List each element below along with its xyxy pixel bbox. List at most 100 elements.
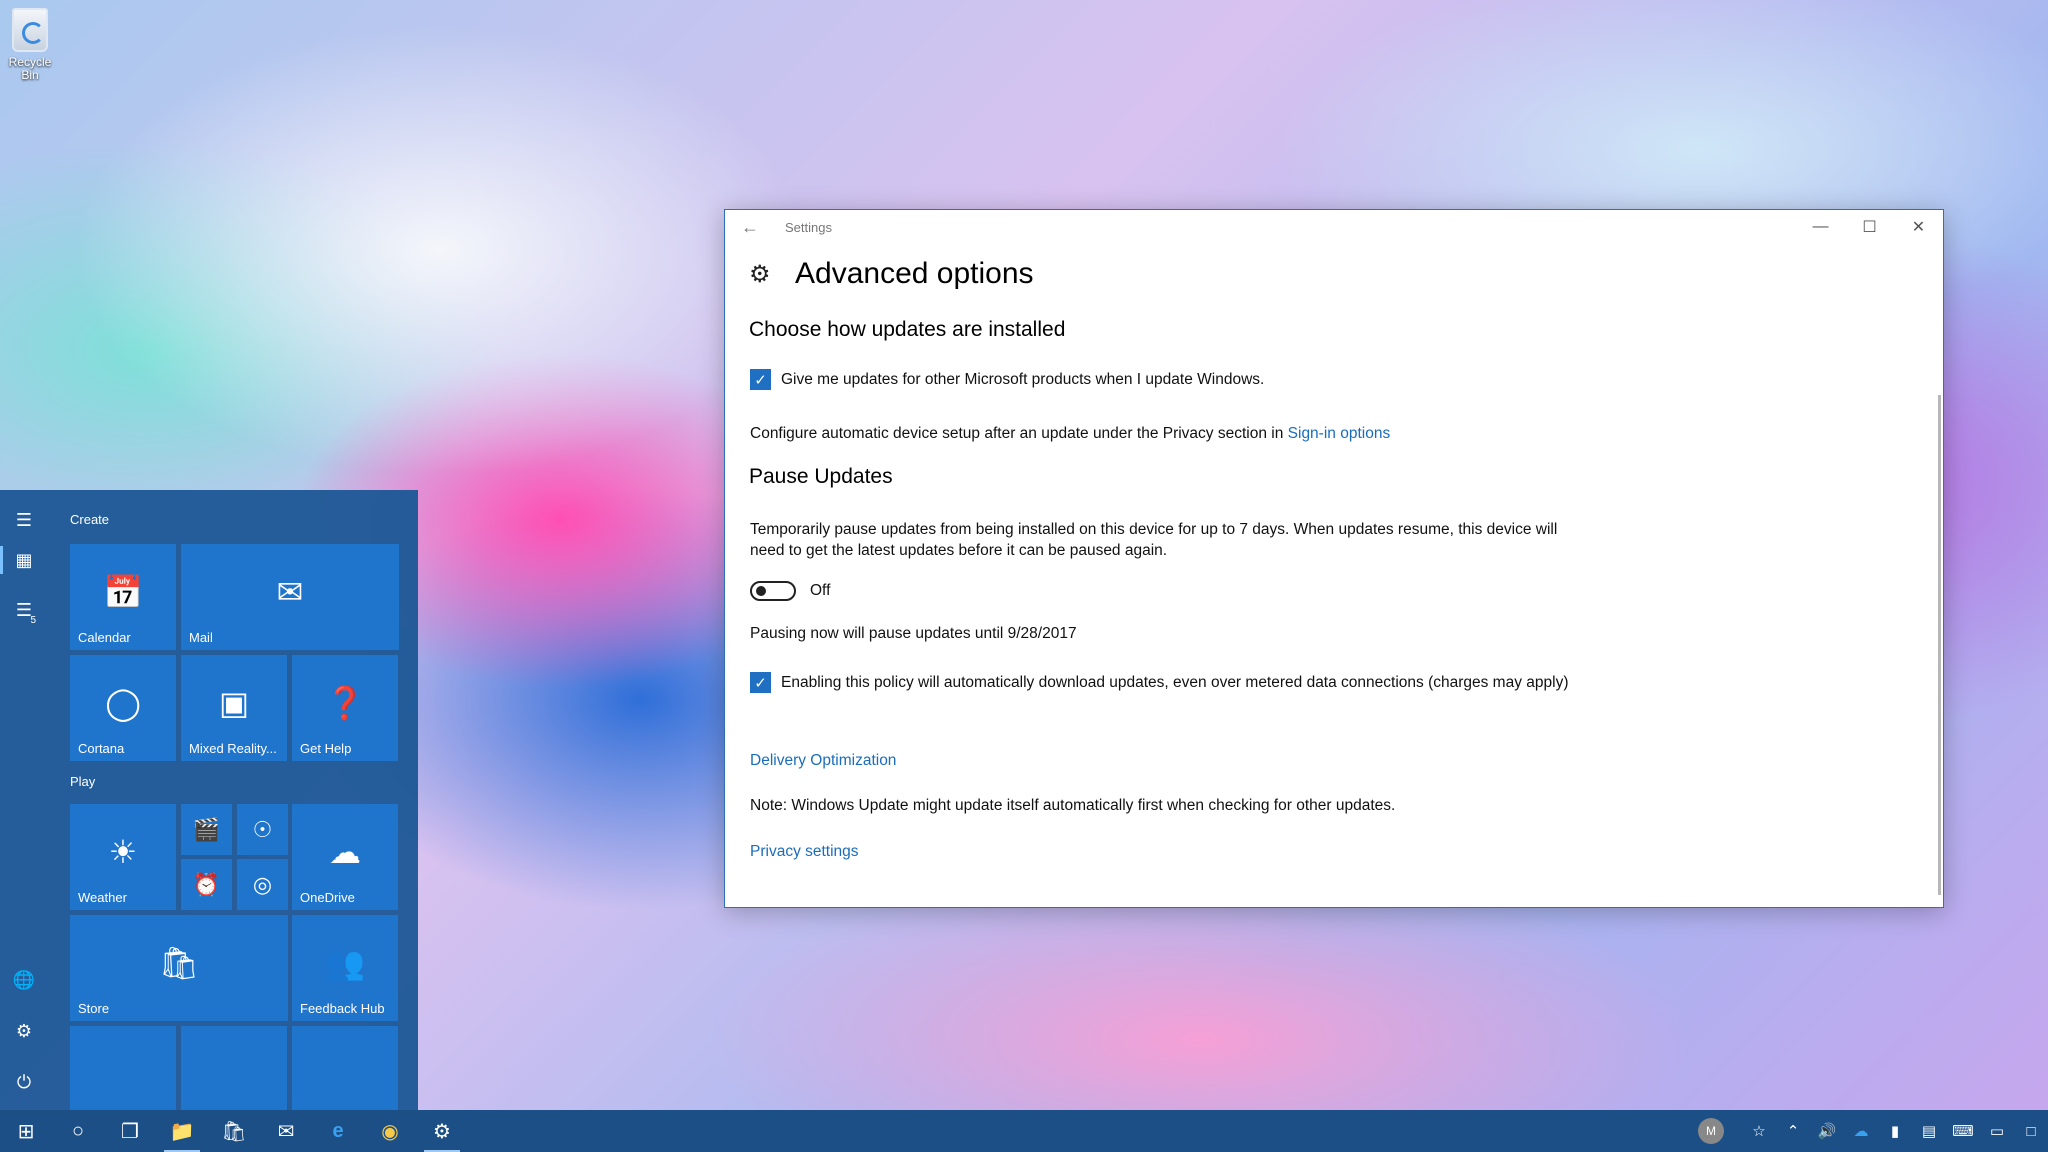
mail-icon[interactable]: ✉ xyxy=(260,1110,312,1152)
gear-icon: ⚙ xyxy=(749,260,771,288)
edge-browser-icon[interactable]: e xyxy=(312,1110,364,1152)
privacy-settings-link[interactable]: Privacy settings xyxy=(750,843,859,860)
window-controls: — ☐ ✕ xyxy=(1796,210,1943,244)
tile-weather[interactable]: ☀ Weather xyxy=(70,804,176,910)
checkbox-metered[interactable]: ✓ xyxy=(750,672,771,693)
back-arrow-icon[interactable]: ← xyxy=(725,210,775,244)
pause-until-text: Pausing now will pause updates until 9/2… xyxy=(750,625,1077,642)
map-pin-icon: ◎ xyxy=(252,871,273,897)
tile-label: Weather xyxy=(78,890,127,905)
settings-content: ⚙ Advanced options Choose how updates ar… xyxy=(749,244,1919,860)
film-clapper-icon: 🎬 xyxy=(192,816,221,842)
section-title-install: Choose how updates are installed xyxy=(749,318,1066,341)
file-explorer-icon[interactable]: 📁 xyxy=(156,1110,208,1152)
user-globe-icon[interactable]: 🌐 xyxy=(0,960,48,1000)
settings-gear-icon[interactable]: ⚙ xyxy=(0,1011,48,1051)
checkbox-other-products[interactable]: ✓ xyxy=(750,369,771,390)
mixed-reality-headset-icon: ▣ xyxy=(218,685,250,721)
tile-label: Feedback Hub xyxy=(300,1001,385,1016)
recycle-bin-label: Recycle Bin xyxy=(8,55,52,82)
tile-partial-2[interactable] xyxy=(181,1026,287,1110)
mail-icon: ✉ xyxy=(276,574,304,610)
sign-in-options-link[interactable]: Sign-in options xyxy=(1288,425,1391,442)
tile-cortana[interactable]: ◯ Cortana xyxy=(70,655,176,761)
tile-label: Calendar xyxy=(78,630,131,645)
network-icon[interactable]: ▤ xyxy=(1912,1110,1946,1152)
tile-maps[interactable]: ◎ xyxy=(237,859,288,910)
volume-icon[interactable]: 🔊 xyxy=(1810,1110,1844,1152)
tile-partial-3[interactable] xyxy=(292,1026,398,1110)
page-title: Advanced options xyxy=(795,257,1034,290)
tablet-mode-icon[interactable]: ▭ xyxy=(1980,1110,2014,1152)
cortana-icon: ◯ xyxy=(105,685,141,721)
tile-calendar[interactable]: 📅 Calendar xyxy=(70,544,176,650)
recycle-bin-desktop-icon[interactable]: Recycle Bin xyxy=(4,8,56,82)
tile-onedrive[interactable]: ☁ OneDrive xyxy=(292,804,398,910)
pause-updates-toggle[interactable] xyxy=(750,581,796,601)
weather-sun-icon: ☀ xyxy=(108,834,138,870)
section-title-pause: Pause Updates xyxy=(749,465,893,488)
action-center-icon[interactable]: □ xyxy=(2014,1110,2048,1152)
chevron-up-icon[interactable]: ⌃ xyxy=(1776,1110,1810,1152)
start-menu: ☰ ▦ ☰ 5 🌐 ⚙ ⏻ Create 📅 Calendar ✉ Mail ◯ … xyxy=(0,490,418,1110)
store-bag-icon: 🛍 xyxy=(158,945,200,981)
system-tray: M ☆ ⌃ 🔊 ☁ ▮ ▤ ⌨ ▭ □ xyxy=(1698,1110,2048,1152)
tile-groove-music[interactable]: ☉ xyxy=(237,804,288,855)
pause-description: Temporarily pause updates from being ins… xyxy=(750,519,1557,561)
tile-feedback-hub[interactable]: 👥 Feedback Hub xyxy=(292,915,398,1021)
paint-3d-icon[interactable]: ◉ xyxy=(364,1110,416,1152)
checkbox-metered-row[interactable]: ✓ Enabling this policy will automaticall… xyxy=(750,672,1569,693)
get-help-icon: ❓ xyxy=(325,685,365,721)
power-icon[interactable]: ⏻ xyxy=(0,1062,48,1102)
tile-movies[interactable]: 🎬 xyxy=(181,804,232,855)
page-header: ⚙ Advanced options xyxy=(749,244,1919,304)
tile-label: Store xyxy=(78,1001,110,1016)
tile-partial-1[interactable] xyxy=(70,1026,176,1110)
user-avatar[interactable]: M xyxy=(1698,1118,1724,1144)
tile-label: Mixed Reality... xyxy=(189,741,277,756)
tile-label: Mail xyxy=(189,630,213,645)
group-label-play: Play xyxy=(70,774,96,789)
alarm-clock-icon: ⏰ xyxy=(192,871,221,897)
hamburger-menu-icon[interactable]: ☰ xyxy=(0,500,48,540)
close-icon[interactable]: ✕ xyxy=(1894,210,1943,244)
store-icon[interactable]: 🛍 xyxy=(208,1110,260,1152)
keyboard-icon[interactable]: ⌨ xyxy=(1946,1110,1980,1152)
all-apps-list-icon[interactable]: ☰ 5 xyxy=(0,590,48,630)
settings-app-icon[interactable]: ⚙ xyxy=(416,1110,468,1152)
group-label-create: Create xyxy=(70,512,110,527)
cloud-icon: ☁ xyxy=(329,834,361,870)
battery-icon[interactable]: ▮ xyxy=(1878,1110,1912,1152)
task-view-icon[interactable]: ❐ xyxy=(104,1110,156,1152)
all-apps-badge: 5 xyxy=(30,615,36,626)
calendar-icon: 📅 xyxy=(103,574,143,610)
tile-label: Get Help xyxy=(300,741,352,756)
tiles-view-icon[interactable]: ▦ xyxy=(0,540,48,580)
onedrive-cloud-icon[interactable]: ☁ xyxy=(1844,1110,1878,1152)
checkbox-other-products-row[interactable]: ✓ Give me updates for other Microsoft pr… xyxy=(750,369,1264,390)
privacy-settings-row: Privacy settings xyxy=(750,841,859,862)
tile-mail[interactable]: ✉ Mail xyxy=(181,544,399,650)
delivery-optimization-link[interactable]: Delivery Optimization xyxy=(750,752,896,769)
device-setup-text: Configure automatic device setup after a… xyxy=(750,425,1284,442)
toggle-knob xyxy=(756,586,766,596)
tile-label: OneDrive xyxy=(300,890,355,905)
title-bar[interactable]: ← Settings — ☐ ✕ xyxy=(725,210,1943,244)
checkbox-other-products-label: Give me updates for other Microsoft prod… xyxy=(781,370,1265,388)
window-title: Settings xyxy=(785,219,832,235)
tile-mixed-reality[interactable]: ▣ Mixed Reality... xyxy=(181,655,287,761)
tile-get-help[interactable]: ❓ Get Help xyxy=(292,655,398,761)
pause-toggle-row[interactable]: Off xyxy=(750,581,830,601)
note-text: Note: Windows Update might update itself… xyxy=(750,797,1396,814)
scrollbar[interactable] xyxy=(1938,395,1941,895)
start-windows-icon[interactable]: ⊞ xyxy=(0,1110,52,1152)
people-icon[interactable]: ☆ xyxy=(1742,1110,1776,1152)
minimize-icon[interactable]: — xyxy=(1796,210,1845,244)
cortana-search-icon[interactable]: ○ xyxy=(52,1110,104,1152)
tile-store[interactable]: 🛍 Store xyxy=(70,915,288,1021)
tile-alarms[interactable]: ⏰ xyxy=(181,859,232,910)
pause-description-line2: need to get the latest updates before it… xyxy=(750,542,1168,559)
start-rail: ☰ ▦ ☰ 5 🌐 ⚙ ⏻ xyxy=(0,490,48,1110)
maximize-icon[interactable]: ☐ xyxy=(1845,210,1894,244)
music-disc-icon: ☉ xyxy=(252,816,273,842)
